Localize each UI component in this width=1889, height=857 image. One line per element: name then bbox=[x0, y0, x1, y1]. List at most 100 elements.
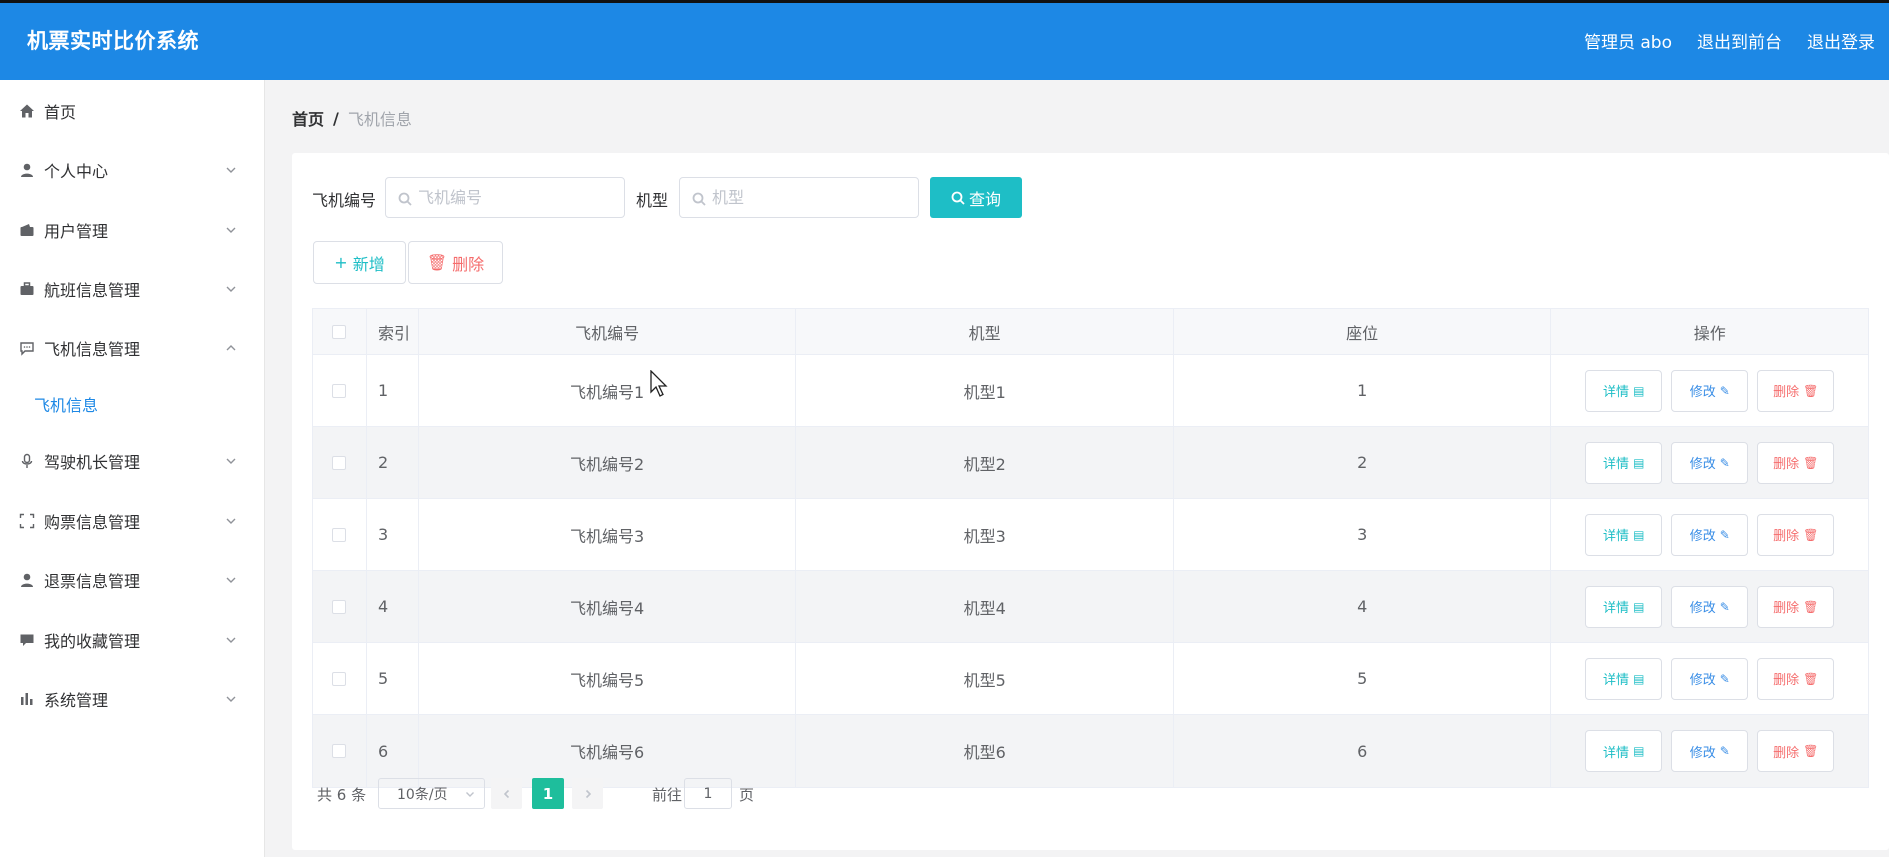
chevron-down-icon bbox=[225, 571, 237, 583]
detail-button[interactable]: 详情 ▤ bbox=[1585, 585, 1663, 628]
document-icon: ▤ bbox=[1633, 671, 1645, 686]
plane-type-input[interactable] bbox=[712, 188, 882, 207]
plane-no-input[interactable] bbox=[418, 188, 588, 207]
suitcase-icon bbox=[18, 280, 36, 298]
exit-to-front-link[interactable]: 退出到前台 bbox=[1697, 28, 1782, 53]
sidebar-item-refund-management[interactable]: 退票信息管理 bbox=[0, 558, 264, 602]
top-header: 机票实时比价系统 管理员 abo 退出到前台 退出登录 bbox=[0, 0, 1889, 80]
sidebar-item-captain-management[interactable]: 驾驶机长管理 bbox=[0, 439, 264, 483]
plane-type-label: 机型 bbox=[636, 191, 669, 210]
cell-operations: 详情 ▤ 修改 ✎ 删除 🗑 bbox=[1551, 427, 1868, 498]
sidebar-item-favorites-management[interactable]: 我的收藏管理 bbox=[0, 618, 264, 662]
sidebar-item-label: 系统管理 bbox=[44, 691, 109, 710]
delete-button-label: 删除 bbox=[1773, 457, 1800, 472]
edit-button[interactable]: 修改 ✎ bbox=[1671, 657, 1749, 700]
detail-button[interactable]: 详情 ▤ bbox=[1585, 441, 1663, 484]
sidebar-item-label: 用户管理 bbox=[44, 222, 109, 241]
detail-button[interactable]: 详情 ▤ bbox=[1585, 730, 1663, 772]
page-number-current[interactable]: 1 bbox=[532, 778, 564, 809]
detail-button[interactable]: 详情 ▤ bbox=[1585, 657, 1663, 700]
page-size-select[interactable]: 10条/页 bbox=[378, 778, 485, 809]
main-content: 首页 / 飞机信息 飞机编号 机型 查询 + 新增 🗑 删除 bbox=[265, 80, 1889, 857]
fullscreen-icon bbox=[18, 512, 36, 530]
page-unit-label: 页 bbox=[739, 786, 755, 804]
logout-link[interactable]: 退出登录 bbox=[1807, 28, 1875, 53]
edit-button-label: 修改 bbox=[1689, 529, 1716, 544]
detail-button-label: 详情 bbox=[1603, 673, 1630, 688]
prev-page-button[interactable] bbox=[491, 778, 522, 809]
sidebar-item-system-management[interactable]: 系统管理 bbox=[0, 677, 264, 721]
sidebar-item-flight-management[interactable]: 航班信息管理 bbox=[0, 267, 264, 311]
row-checkbox[interactable] bbox=[332, 671, 347, 686]
row-check-cell bbox=[313, 643, 367, 714]
add-button[interactable]: + 新增 bbox=[313, 241, 406, 284]
detail-button[interactable]: 详情 ▤ bbox=[1585, 369, 1663, 412]
sidebar-item-ticket-purchase[interactable]: 购票信息管理 bbox=[0, 499, 264, 543]
cell-plane-no: 飞机编号2 bbox=[419, 427, 797, 498]
trash-icon: 🗑 bbox=[426, 253, 448, 272]
sidebar-item-home[interactable]: 首页 bbox=[0, 89, 264, 133]
cell-index: 3 bbox=[367, 499, 419, 570]
plane-type-field bbox=[679, 177, 919, 218]
edit-button[interactable]: 修改 ✎ bbox=[1671, 730, 1749, 772]
batch-delete-button[interactable]: 🗑 删除 bbox=[408, 241, 503, 284]
breadcrumb-home[interactable]: 首页 bbox=[292, 106, 324, 130]
document-icon: ▤ bbox=[1633, 599, 1645, 614]
search-icon bbox=[951, 191, 965, 205]
detail-button-label: 详情 bbox=[1603, 601, 1630, 616]
cell-seat: 2 bbox=[1174, 427, 1552, 498]
sidebar-item-label: 驾驶机长管理 bbox=[44, 453, 141, 472]
admin-user-link[interactable]: 管理员 abo bbox=[1584, 28, 1672, 53]
row-checkbox[interactable] bbox=[332, 383, 347, 398]
edit-button[interactable]: 修改 ✎ bbox=[1671, 513, 1749, 556]
chevron-down-icon bbox=[225, 221, 237, 233]
delete-button[interactable]: 删除 🗑 bbox=[1757, 657, 1835, 700]
table-row: 5 飞机编号5 机型5 5 详情 ▤ 修改 ✎ 删除 🗑 bbox=[313, 643, 1868, 715]
table-row: 1 飞机编号1 机型1 1 详情 ▤ 修改 ✎ 删除 🗑 bbox=[313, 355, 1868, 427]
sidebar-item-personal-center[interactable]: 个人中心 bbox=[0, 148, 264, 192]
header-plane-type: 机型 bbox=[796, 309, 1174, 354]
row-checkbox[interactable] bbox=[332, 599, 347, 614]
table-row: 4 飞机编号4 机型4 4 详情 ▤ 修改 ✎ 删除 🗑 bbox=[313, 571, 1868, 643]
delete-button[interactable]: 删除 🗑 bbox=[1757, 730, 1835, 772]
query-button[interactable]: 查询 bbox=[930, 177, 1022, 218]
cell-index: 5 bbox=[367, 643, 419, 714]
trash-icon: 🗑 bbox=[1803, 671, 1819, 686]
user-icon bbox=[18, 161, 36, 179]
goto-page-input[interactable]: 1 bbox=[684, 778, 732, 809]
delete-button-label: 删除 bbox=[1773, 673, 1800, 688]
edit-button-label: 修改 bbox=[1689, 457, 1716, 472]
detail-button[interactable]: 详情 ▤ bbox=[1585, 513, 1663, 556]
row-checkbox[interactable] bbox=[332, 744, 347, 758]
select-all-checkbox[interactable] bbox=[332, 324, 347, 339]
table-row: 3 飞机编号3 机型3 3 详情 ▤ 修改 ✎ 删除 🗑 bbox=[313, 499, 1868, 571]
edit-button[interactable]: 修改 ✎ bbox=[1671, 369, 1749, 412]
sidebar-item-plane-management[interactable]: 飞机信息管理 bbox=[0, 326, 264, 370]
sidebar-subitem-plane-info[interactable]: 飞机信息 bbox=[0, 382, 264, 426]
breadcrumb-current: 飞机信息 bbox=[347, 110, 412, 129]
row-checkbox[interactable] bbox=[332, 455, 347, 470]
delete-button[interactable]: 删除 🗑 bbox=[1757, 513, 1835, 556]
row-checkbox[interactable] bbox=[332, 527, 347, 542]
delete-button[interactable]: 删除 🗑 bbox=[1757, 369, 1835, 412]
edit-button[interactable]: 修改 ✎ bbox=[1671, 441, 1749, 484]
sidebar-item-label: 航班信息管理 bbox=[44, 281, 141, 300]
sidebar-item-label: 退票信息管理 bbox=[44, 572, 141, 591]
edit-button[interactable]: 修改 ✎ bbox=[1671, 585, 1749, 628]
cell-seat: 6 bbox=[1174, 715, 1552, 787]
delete-button[interactable]: 删除 🗑 bbox=[1757, 585, 1835, 628]
delete-button-label: 删除 bbox=[1773, 745, 1800, 761]
cell-plane-type: 机型5 bbox=[796, 643, 1174, 714]
delete-button[interactable]: 删除 🗑 bbox=[1757, 441, 1835, 484]
edit-button-label: 修改 bbox=[1689, 385, 1716, 400]
chevron-down-icon bbox=[225, 280, 237, 292]
document-icon: ▤ bbox=[1633, 744, 1645, 758]
sidebar-item-user-management[interactable]: 用户管理 bbox=[0, 208, 264, 252]
table-row: 6 飞机编号6 机型6 6 详情 ▤ 修改 ✎ 删除 🗑 bbox=[313, 715, 1868, 787]
cell-plane-type: 机型1 bbox=[796, 355, 1174, 426]
cell-plane-no: 飞机编号4 bbox=[419, 571, 797, 642]
row-check-cell bbox=[313, 427, 367, 498]
row-check-cell bbox=[313, 715, 367, 787]
trash-icon: 🗑 bbox=[1803, 744, 1819, 758]
next-page-button[interactable] bbox=[572, 778, 603, 809]
